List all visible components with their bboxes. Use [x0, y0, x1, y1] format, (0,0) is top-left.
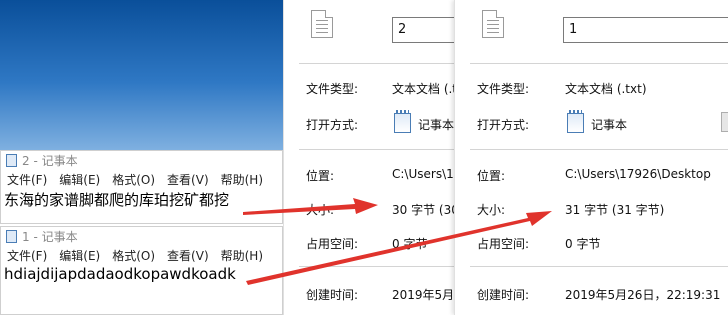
arrow-to-size-2: [243, 198, 378, 215]
annotation-arrows: [243, 198, 552, 285]
arrow-to-size-1: [246, 211, 552, 285]
